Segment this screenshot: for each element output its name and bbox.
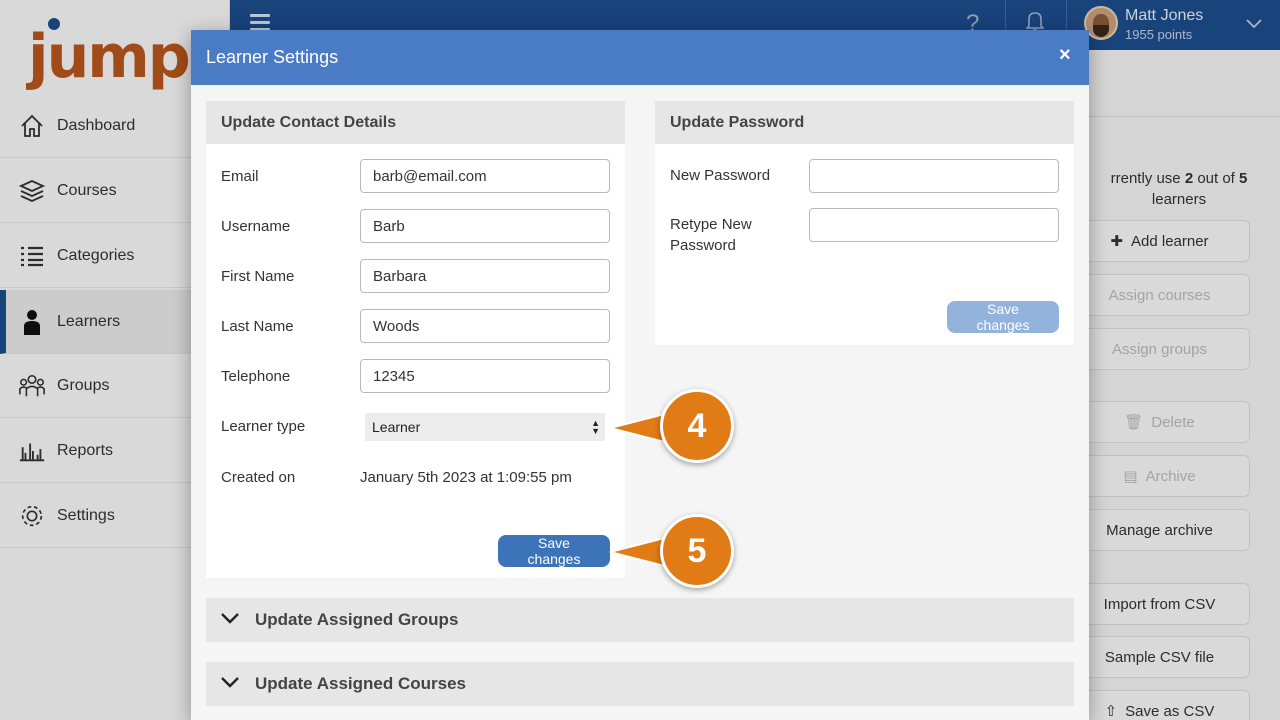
learner-settings-modal: Learner Settings × Update Contact Detail… xyxy=(191,30,1089,720)
new-password-field[interactable] xyxy=(809,159,1059,193)
accordion-label: Update Assigned Groups xyxy=(255,610,459,629)
email-label: Email xyxy=(221,168,259,185)
email-field[interactable] xyxy=(360,159,610,193)
panel-heading: Update Contact Details xyxy=(206,101,625,144)
learner-type-select[interactable]: Learner ▲ ▼ xyxy=(365,413,605,441)
retype-password-field[interactable] xyxy=(809,208,1059,242)
chevron-down-icon xyxy=(220,608,240,628)
password-panel: Update Password New Password Retype New P… xyxy=(655,101,1074,345)
save-password-button[interactable]: Save changes xyxy=(947,301,1059,333)
select-arrows-icon: ▲ ▼ xyxy=(591,418,600,436)
save-contact-button[interactable]: Save changes xyxy=(498,535,610,567)
learner-type-value: Learner xyxy=(372,419,421,435)
created-on-value: January 5th 2023 at 1:09:55 pm xyxy=(360,469,572,486)
telephone-field[interactable] xyxy=(360,359,610,393)
close-icon[interactable]: × xyxy=(1059,44,1071,67)
modal-header: Learner Settings × xyxy=(191,30,1089,85)
panel-heading: Update Password xyxy=(655,101,1074,144)
retype-password-label: Retype New Password xyxy=(670,216,752,254)
callout-badge-5: 5 xyxy=(660,514,734,588)
last-name-field[interactable] xyxy=(360,309,610,343)
learner-type-label: Learner type xyxy=(221,418,306,435)
username-label: Username xyxy=(221,218,291,235)
chevron-down-icon xyxy=(220,672,240,692)
last-name-label: Last Name xyxy=(221,318,294,335)
assigned-courses-accordion[interactable]: Update Assigned Courses xyxy=(206,662,1074,706)
telephone-label: Telephone xyxy=(221,368,291,385)
new-password-label: New Password xyxy=(670,167,771,184)
first-name-label: First Name xyxy=(221,268,295,285)
callout-badge-4: 4 xyxy=(660,389,734,463)
contact-details-panel: Update Contact Details Email Username Fi… xyxy=(206,101,625,578)
created-on-label: Created on xyxy=(221,469,296,486)
accordion-label: Update Assigned Courses xyxy=(255,674,466,693)
first-name-field[interactable] xyxy=(360,259,610,293)
username-field[interactable] xyxy=(360,209,610,243)
modal-title: Learner Settings xyxy=(206,47,339,67)
